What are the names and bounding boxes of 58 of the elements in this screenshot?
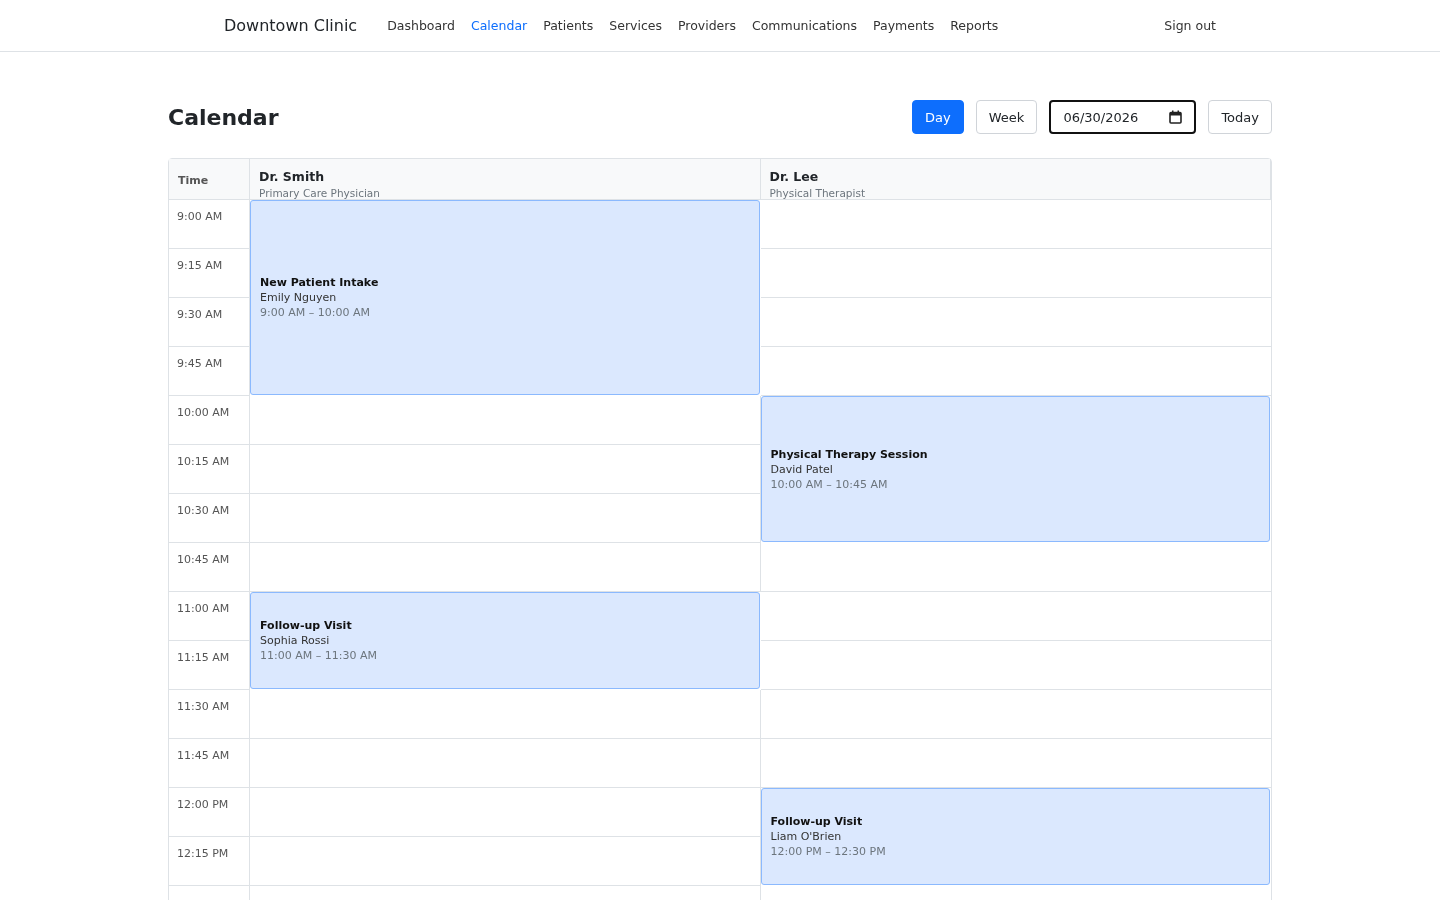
date-field[interactable]: 06/30/2026 [1049,100,1197,134]
provider-name: Dr. Lee [769,169,820,184]
patient-name: Liam O'Brien [770,830,843,843]
appointment-time: 10:00 AM – 10:45 AM [770,477,889,491]
nav-link[interactable]: Calendar [463,18,536,33]
time-label: 9:15 AM [177,259,223,272]
nav-link[interactable]: Communications [743,18,865,33]
appointment-time: 11:00 AM – 11:30 AM [260,649,378,662]
appointment-title: Follow-up Visit [260,619,353,632]
calendar-icon[interactable] [1169,110,1183,124]
time-label: 11:15 AM [177,651,230,664]
appointment-card[interactable]: Follow-up Visit Liam O'Brien 12:00 PM – 12:30 PM [760,788,1270,885]
appointment-card[interactable]: New Patient Intake Emily Nguyen 9:00 AM – 10:00 AM [250,200,760,395]
nav-link[interactable]: Dashboard [379,18,463,33]
time-label: 11:45 AM [177,749,230,762]
time-slot[interactable] [250,837,761,886]
patient-name: Emily Nguyen [260,291,338,304]
page-title: Calendar [168,104,280,130]
view-button[interactable]: Week [975,100,1038,134]
time-slot[interactable] [250,739,761,788]
nav-link[interactable]: Payments [865,18,943,33]
appointment-card[interactable]: Physical Therapy Session David Patel 10:00 AM – 10:45 AM [760,396,1270,542]
appointment-title: Physical Therapy Session [770,447,929,461]
nav-link[interactable]: Services [601,18,670,33]
nav-link[interactable]: Providers [669,18,744,33]
time-label: 9:30 AM [177,308,223,321]
appointment-time: 12:00 PM – 12:30 PM [770,845,887,858]
nav-link[interactable]: Reports [942,18,1007,33]
appointment-card[interactable]: Follow-up Visit Sophia Rossi 11:00 AM – 11:30 AM [250,592,760,689]
appointment-title: Follow-up Visit [770,815,864,828]
column-heading: Time [178,174,209,187]
today-button[interactable]: Today [1208,100,1272,134]
nav-link[interactable]: Patients [535,18,602,33]
provider-role: Physical Therapist [769,187,866,199]
time-label: 12:00 PM [177,798,229,811]
time-label: 12:15 PM [177,847,229,860]
time-slot[interactable] [250,396,761,445]
time-slot[interactable] [250,445,761,494]
time-label: 10:15 AM [177,455,230,468]
time-label: 11:00 AM [177,602,230,615]
appointment-time: 9:00 AM – 10:00 AM [260,306,371,319]
appointment-title: New Patient Intake [260,276,380,289]
provider-role: Primary Care Physician [259,187,381,199]
sign-out-link[interactable]: Sign out [1164,18,1216,33]
time-slot[interactable] [250,788,761,837]
time-label: 10:00 AM [177,406,230,419]
brand-name[interactable]: Downtown Clinic [224,16,358,35]
patient-name: Sophia Rossi [260,634,331,647]
time-label: 9:00 AM [177,210,223,223]
patient-name: David Patel [770,462,834,476]
time-label: 9:45 AM [177,357,223,370]
view-button[interactable]: Day [912,100,964,134]
time-label: 10:30 AM [177,504,230,517]
provider-name: Dr. Smith [259,169,326,184]
time-label: 10:45 AM [177,553,230,566]
time-label: 11:30 AM [177,700,230,713]
time-slot[interactable] [250,494,761,543]
time-slot[interactable] [250,690,761,739]
